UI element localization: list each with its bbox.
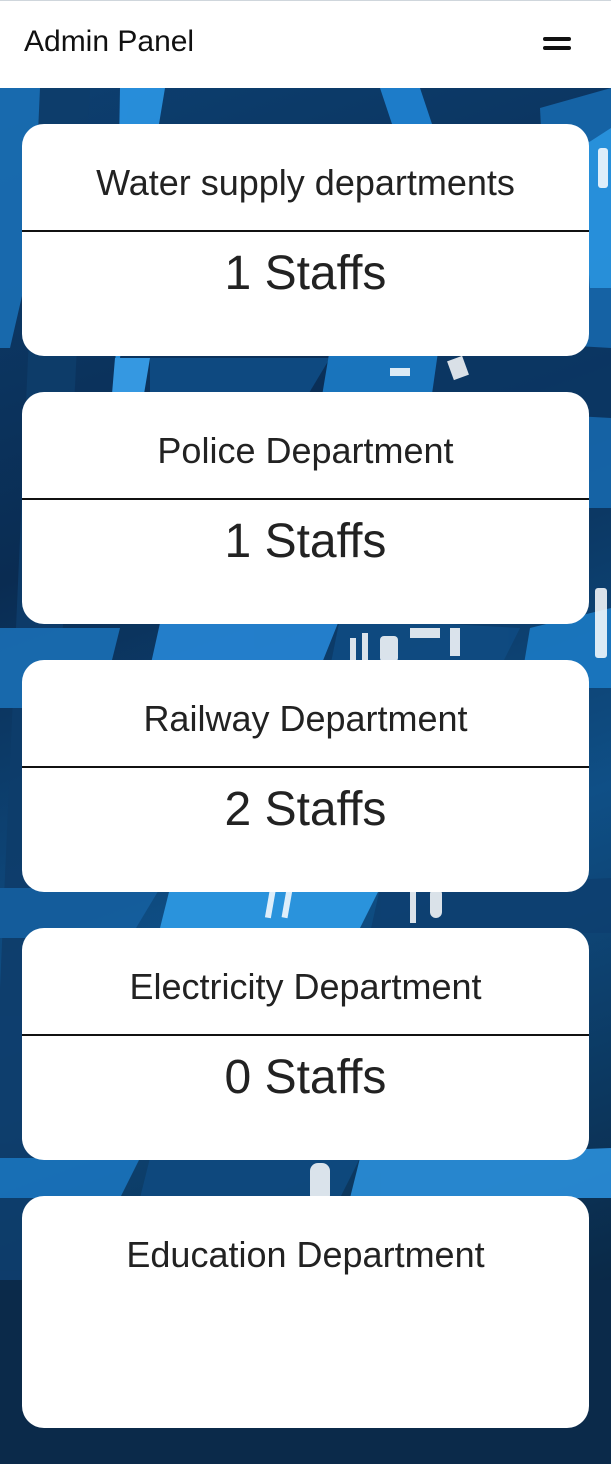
app-header: Admin Panel [0, 0, 611, 88]
department-name: Water supply departments [22, 124, 589, 232]
menu-line [543, 46, 571, 50]
department-name: Electricity Department [22, 928, 589, 1036]
department-name: Education Department [126, 1234, 485, 1275]
department-name: Police Department [22, 392, 589, 500]
staff-count [22, 1304, 589, 1392]
menu-line [543, 37, 571, 41]
department-name: Railway Department [22, 660, 589, 768]
staff-count: 1 Staffs [224, 515, 387, 568]
department-card-railway[interactable]: Railway Department 2 Staffs [22, 660, 589, 892]
department-card-electricity[interactable]: Electricity Department 0 Staffs [22, 928, 589, 1160]
staff-count: 0 Staffs [224, 1051, 387, 1104]
department-card-police[interactable]: Police Department 1 Staffs [22, 392, 589, 624]
staff-count: 1 Staffs [224, 247, 387, 300]
department-card-education[interactable]: Education Department [22, 1196, 589, 1428]
page-title: Admin Panel [24, 25, 195, 58]
department-list: Water supply departments 1 Staffs Police… [22, 124, 589, 1464]
hamburger-menu-icon[interactable] [543, 33, 571, 55]
staff-count: 2 Staffs [224, 783, 387, 836]
department-card-water-supply[interactable]: Water supply departments 1 Staffs [22, 124, 589, 356]
